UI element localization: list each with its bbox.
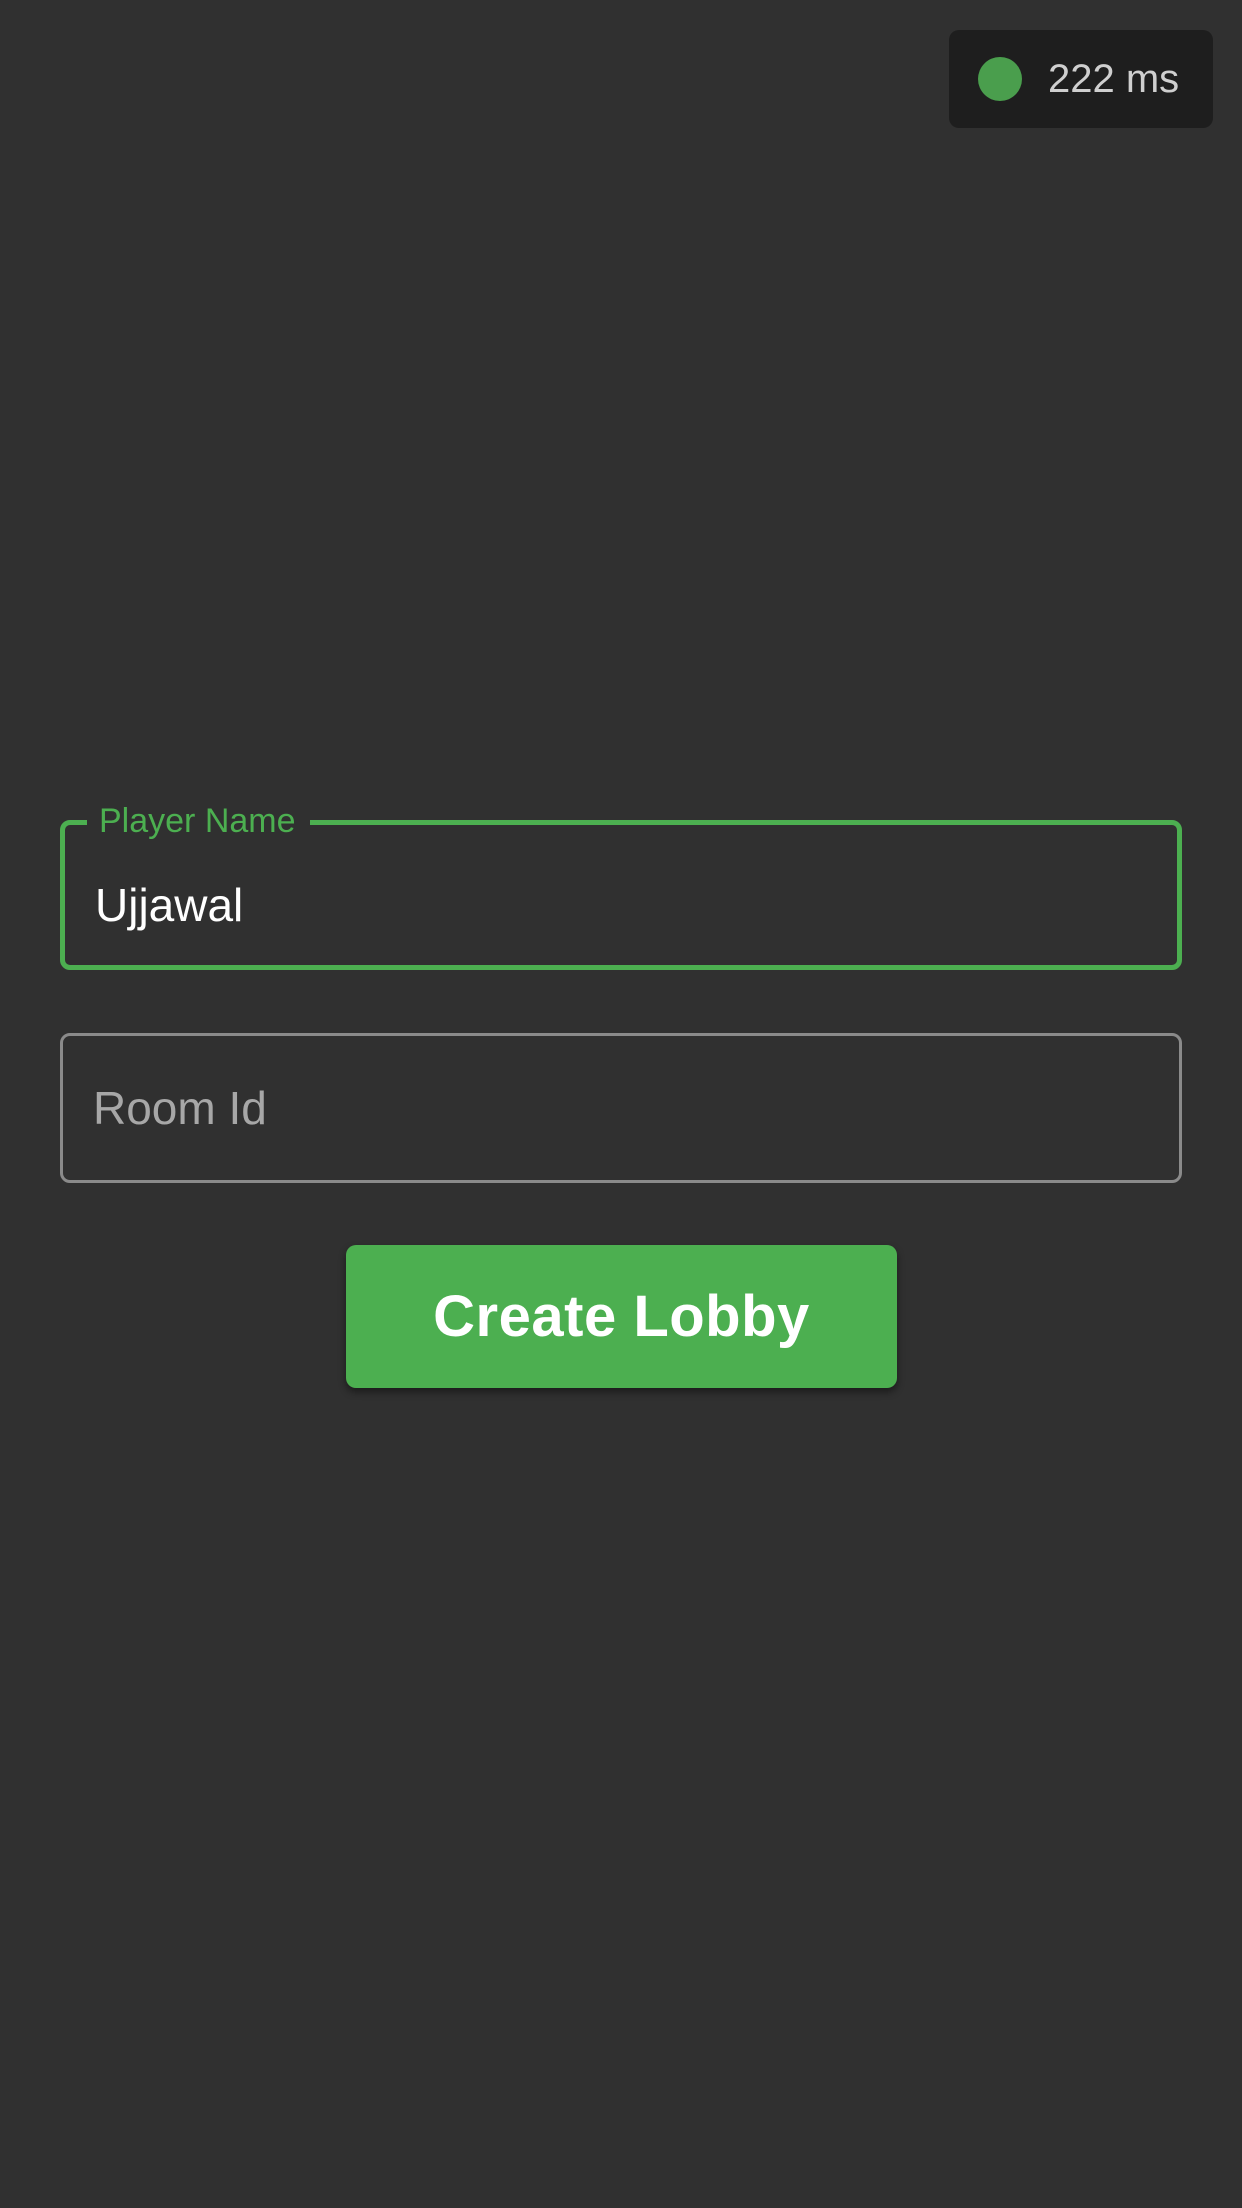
ping-text: 222 ms xyxy=(1048,57,1180,101)
player-name-input[interactable] xyxy=(95,845,1147,965)
status-dot-icon xyxy=(978,57,1022,101)
create-lobby-button[interactable]: Create Lobby xyxy=(346,1245,897,1388)
player-name-field[interactable]: Player Name xyxy=(60,799,1182,970)
ping-indicator: 222 ms xyxy=(949,30,1213,128)
room-id-field[interactable] xyxy=(60,1033,1182,1183)
player-name-label: Player Name xyxy=(87,799,310,843)
room-id-input[interactable] xyxy=(93,1036,1149,1180)
